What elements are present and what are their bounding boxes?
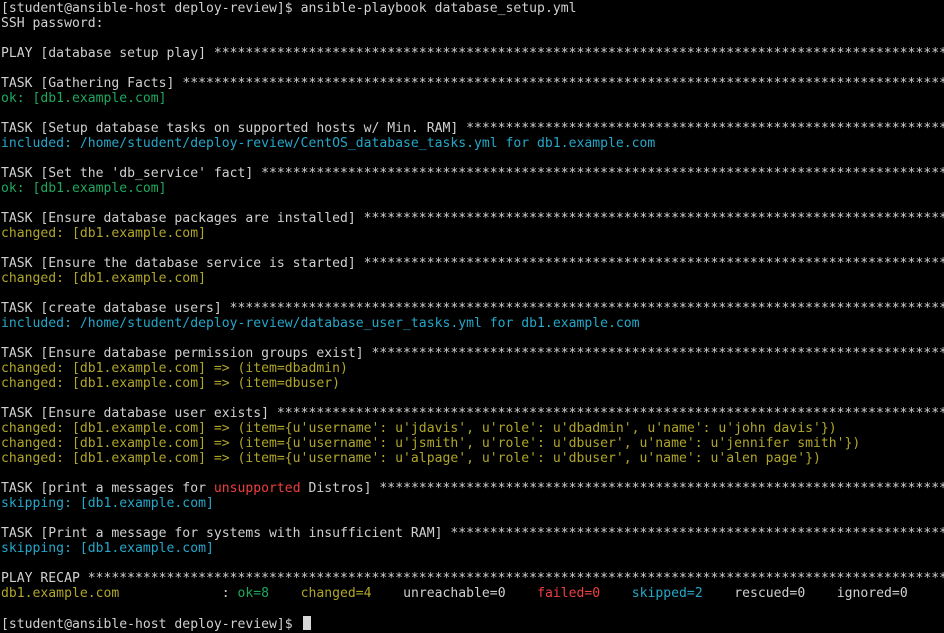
task-result-line: skipping: [db1.example.com] [1,496,214,511]
task-header-text: TASK [Setup database tasks on supported … [1,121,467,136]
recap-summary-row: db1.example.com : ok=8 changed=4 unreach… [1,586,944,601]
recap-separator: : [119,586,238,601]
command-line: [student@ansible-host deploy-review]$ an… [1,1,944,16]
star-fill: ****************************************… [182,76,944,91]
task-header: TASK [Ensure database packages are insta… [1,211,944,226]
terminal-window[interactable]: [student@ansible-host deploy-review]$ an… [0,0,944,633]
task-header-highlight: unsupported [213,481,301,496]
star-fill: ****************************************… [363,211,944,226]
text-cursor [302,616,311,630]
task-result-line: ok: [db1.example.com] [1,181,167,196]
task-result-line: skipping: [db1.example.com] [1,541,214,556]
command-text: ansible-playbook database_setup.yml [300,1,577,16]
task-list: TASK [Gathering Facts] *****************… [1,76,944,571]
task-header-text: TASK [Set the 'db_service' fact] [1,166,262,181]
ssh-password-prompt: SSH password: [1,16,104,31]
recap-skipped: skipped=2 [631,586,703,601]
task-header: TASK [Ensure database user exists] *****… [1,406,944,421]
task-header: TASK [Print a message for systems with i… [1,526,944,541]
star-fill: ****************************************… [261,166,944,181]
task-header-text: TASK [create database users] [1,301,230,316]
star-fill: ****************************************… [379,481,944,496]
recap-header: PLAY RECAP *****************************… [1,571,944,586]
task-header: TASK [Ensure the database service is sta… [1,256,944,271]
task-result-line: included: /home/student/deploy-review/Ce… [1,136,656,151]
recap-ignored: ignored=0 [836,586,908,601]
recap-changed: changed=4 [300,586,372,601]
task-header: TASK [Ensure database permission groups … [1,346,944,361]
shell-prompt: [student@ansible-host deploy-review]$ [1,617,301,631]
shell-prompt: [student@ansible-host deploy-review]$ [1,1,301,16]
task-result-line: changed: [db1.example.com] => (item=dbad… [1,361,348,376]
star-fill: ****************************************… [213,46,944,61]
star-fill: ****************************************… [363,256,944,271]
task-result-line: changed: [db1.example.com] => (item={u'u… [1,421,837,436]
task-header-text: TASK [Ensure database permission groups … [1,346,372,361]
task-header-text: TASK [Print a message for systems with i… [1,526,451,541]
play-header-text: PLAY [database setup play] [1,46,214,61]
task-result-line: ok: [db1.example.com] [1,91,167,106]
recap-ok: ok=8 [237,586,270,601]
task-header: TASK [Set the 'db_service' fact] *******… [1,166,944,181]
task-header-text: TASK [Gathering Facts] [1,76,183,91]
task-header: TASK [print a messages for unsupported D… [1,481,944,496]
star-fill: ****************************************… [229,301,944,316]
recap-host: db1.example.com [1,586,120,601]
task-result-line: included: /home/student/deploy-review/da… [1,316,640,331]
task-header-text: TASK [Ensure database user exists] [1,406,277,421]
recap-header-text: PLAY RECAP [1,571,88,586]
task-header-text: TASK [Ensure the database service is sta… [1,256,364,271]
task-header-text: TASK [Ensure database packages are insta… [1,211,364,226]
task-header-text: Distros] [300,481,380,496]
star-fill: ****************************************… [466,121,944,136]
task-header: TASK [create database users] ***********… [1,301,944,316]
recap-rescued: rescued=0 [734,586,806,601]
play-header: PLAY [database setup play] *************… [1,46,944,61]
star-fill: ****************************************… [276,406,944,421]
star-fill: ****************************************… [371,346,944,361]
task-result-line: changed: [db1.example.com] => (item={u'u… [1,451,821,466]
task-header: TASK [Gathering Facts] *****************… [1,76,944,91]
task-result-line: changed: [db1.example.com] => (item={u'u… [1,436,861,451]
task-header: TASK [Setup database tasks on supported … [1,121,944,136]
task-result-line: changed: [db1.example.com] => (item=dbus… [1,376,340,391]
star-fill: ****************************************… [450,526,944,541]
star-fill: ****************************************… [87,571,944,586]
recap-unreachable: unreachable=0 [403,586,506,601]
recap-failed: failed=0 [537,586,601,601]
task-header-text: TASK [print a messages for [1,481,214,496]
task-result-line: changed: [db1.example.com] [1,226,206,241]
final-prompt-line[interactable]: [student@ansible-host deploy-review]$ [1,616,944,631]
task-result-line: changed: [db1.example.com] [1,271,206,286]
